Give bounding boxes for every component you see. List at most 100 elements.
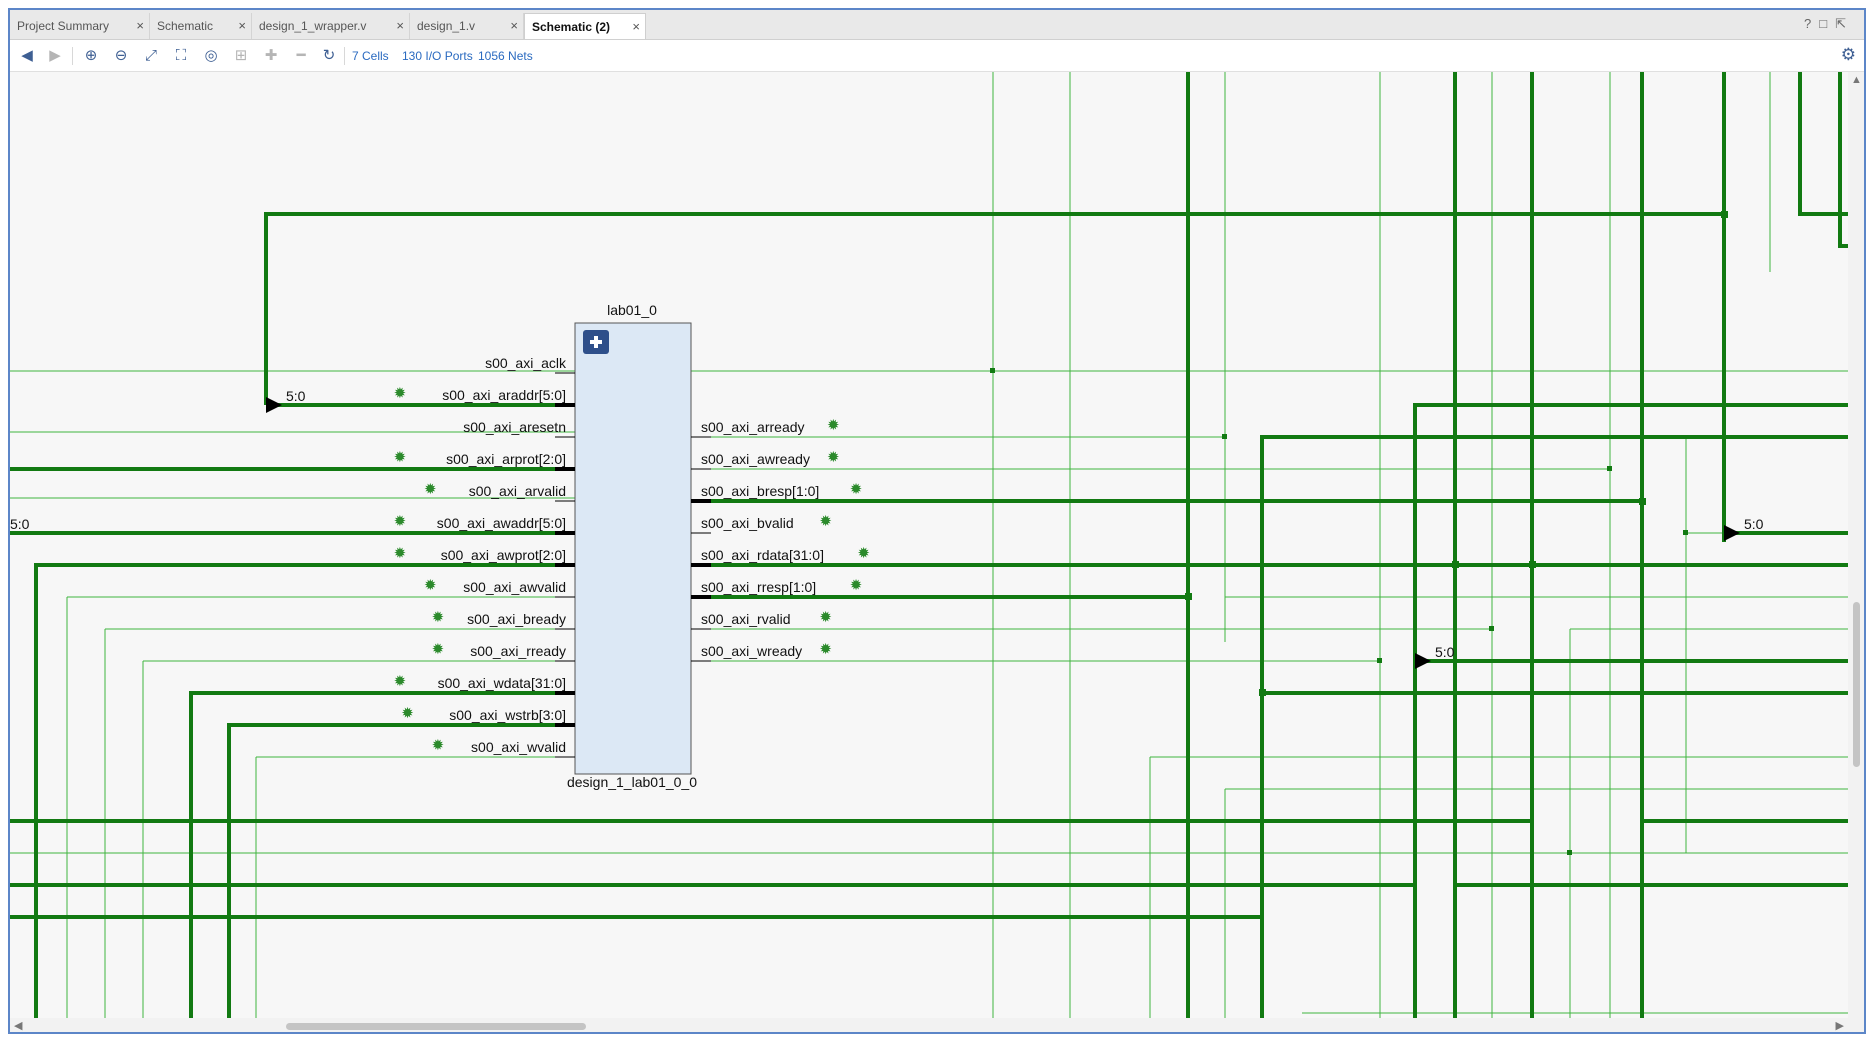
debug-bug-icon[interactable]: ✹ bbox=[394, 449, 407, 466]
nets-link[interactable]: 1056 Nets bbox=[478, 49, 533, 63]
debug-bug-icon[interactable]: ✹ bbox=[432, 641, 445, 658]
output-pin-label: s00_axi_bvalid bbox=[701, 515, 794, 531]
input-pin-label: s00_axi_aresetn bbox=[463, 419, 566, 435]
input-pin-label: s00_axi_arprot[2:0] bbox=[446, 451, 566, 467]
expand-cell-button[interactable] bbox=[583, 330, 609, 354]
cell-instance-name: lab01_0 bbox=[607, 302, 657, 318]
bus-label-araddr: 5:0 bbox=[286, 388, 306, 404]
input-pin[interactable]: s00_axi_aresetn bbox=[463, 419, 575, 438]
horizontal-scroll-thumb[interactable] bbox=[286, 1023, 586, 1030]
scroll-right-icon[interactable]: ▶ bbox=[1836, 1019, 1844, 1032]
output-pins: s00_axi_arready ✹s00_axi_awready ✹s00_axi_… bbox=[691, 417, 870, 662]
close-icon[interactable]: × bbox=[632, 14, 640, 40]
output-pin[interactable]: s00_axi_rvalid ✹ bbox=[691, 609, 832, 630]
tab-project-summary[interactable]: Project Summary × bbox=[10, 13, 150, 39]
debug-bug-icon[interactable]: ✹ bbox=[819, 513, 832, 530]
input-pin[interactable]: s00_axi_aclk bbox=[485, 355, 575, 374]
regenerate-icon[interactable]: ⊞ bbox=[230, 46, 252, 66]
input-pin-label: s00_axi_awaddr[5:0] bbox=[437, 515, 566, 531]
cell-lab01-0[interactable]: lab01_0 design_1_lab01_0_0 s00_axi_aclks… bbox=[394, 302, 870, 790]
close-icon[interactable]: × bbox=[510, 13, 518, 39]
input-pin[interactable]: s00_axi_rready ✹ bbox=[432, 641, 575, 662]
output-pin[interactable]: s00_axi_wready ✹ bbox=[691, 641, 832, 662]
maximize-icon[interactable]: □ bbox=[1819, 16, 1835, 31]
debug-bug-icon[interactable]: ✹ bbox=[857, 545, 870, 562]
gear-icon[interactable]: ⚙ bbox=[1841, 45, 1856, 65]
debug-bug-icon[interactable]: ✹ bbox=[394, 545, 407, 562]
close-icon[interactable]: × bbox=[238, 13, 246, 39]
horizontal-scrollbar[interactable]: ◀ ▶ bbox=[10, 1018, 1864, 1032]
debug-bug-icon[interactable]: ✹ bbox=[432, 737, 445, 754]
io-ports-link[interactable]: 130 I/O Ports bbox=[402, 49, 473, 63]
debug-bug-icon[interactable]: ✹ bbox=[394, 385, 407, 402]
close-icon[interactable]: × bbox=[136, 13, 144, 39]
help-icon[interactable]: ? bbox=[1804, 16, 1819, 31]
input-pin-label: s00_axi_wvalid bbox=[471, 739, 566, 755]
close-icon[interactable]: × bbox=[396, 13, 404, 39]
cells-link[interactable]: 7 Cells bbox=[352, 49, 389, 63]
bus-label-right-top: 5:0 bbox=[1744, 516, 1764, 532]
input-pin[interactable]: s00_axi_awvalid ✹ bbox=[424, 577, 575, 598]
input-pin-label: s00_axi_wstrb[3:0] bbox=[449, 707, 566, 723]
output-pin-label: s00_axi_rdata[31:0] bbox=[701, 547, 824, 563]
zoom-area-icon[interactable]: ⛶ bbox=[170, 46, 192, 66]
tab-label: Schematic (2) bbox=[532, 20, 611, 34]
bus-label-right-mid: 5:0 bbox=[1435, 644, 1455, 660]
input-pin-label: s00_axi_aclk bbox=[485, 355, 567, 371]
input-pin[interactable]: s00_axi_wstrb[3:0] ✹ bbox=[401, 705, 575, 727]
refresh-icon[interactable]: ↻ bbox=[318, 46, 340, 66]
output-pin[interactable]: s00_axi_rdata[31:0] ✹ bbox=[691, 545, 870, 567]
scroll-left-icon[interactable]: ◀ bbox=[14, 1019, 22, 1032]
debug-bug-icon[interactable]: ✹ bbox=[401, 705, 414, 722]
debug-bug-icon[interactable]: ✹ bbox=[432, 609, 445, 626]
output-pin[interactable]: s00_axi_bresp[1:0] ✹ bbox=[691, 481, 863, 503]
input-pin-label: s00_axi_rready bbox=[470, 643, 566, 659]
zoom-out-icon[interactable]: ⊖ bbox=[110, 46, 132, 66]
output-pin[interactable]: s00_axi_arready ✹ bbox=[691, 417, 840, 438]
collapse-icon[interactable]: ━ bbox=[290, 46, 312, 66]
debug-bug-icon[interactable]: ✹ bbox=[827, 449, 840, 466]
forward-icon[interactable]: ▶ bbox=[44, 46, 66, 66]
input-pin[interactable]: s00_axi_wvalid ✹ bbox=[432, 737, 575, 758]
output-pin[interactable]: s00_axi_awready ✹ bbox=[691, 449, 840, 470]
vertical-scroll-thumb[interactable] bbox=[1853, 602, 1860, 767]
expand-icon[interactable]: ✚ bbox=[260, 46, 282, 66]
tab-schematic[interactable]: Schematic × bbox=[150, 13, 252, 39]
debug-bug-icon[interactable]: ✹ bbox=[827, 417, 840, 434]
input-pin[interactable]: s00_axi_awprot[2:0] ✹ bbox=[394, 545, 575, 567]
output-pin[interactable]: s00_axi_bvalid ✹ bbox=[691, 513, 832, 534]
debug-bug-icon[interactable]: ✹ bbox=[850, 577, 863, 594]
zoom-fit-icon[interactable]: ⤢ bbox=[140, 46, 162, 66]
tab-label: Schematic bbox=[157, 19, 214, 33]
input-pins: s00_axi_aclk s00_axi_araddr[5:0]✹ s00_axi_… bbox=[394, 355, 575, 758]
toolbar: ◀ ▶ ⊕ ⊖ ⤢ ⛶ ◎ ⊞ ✚ ━ ↻ 7 Cells 130 I/O Po… bbox=[10, 40, 1864, 72]
debug-bug-icon[interactable]: ✹ bbox=[819, 609, 832, 626]
debug-bug-icon[interactable]: ✹ bbox=[850, 481, 863, 498]
tab-design-1-wrapper[interactable]: design_1_wrapper.v × bbox=[252, 13, 410, 39]
output-pin-label: s00_axi_arready bbox=[701, 419, 805, 435]
float-icon[interactable]: ⇱ bbox=[1835, 16, 1854, 31]
tab-design-1[interactable]: design_1.v × bbox=[410, 13, 524, 39]
debug-bug-icon[interactable]: ✹ bbox=[424, 577, 437, 594]
zoom-in-icon[interactable]: ⊕ bbox=[80, 46, 102, 66]
debug-bug-icon[interactable]: ✹ bbox=[394, 673, 407, 690]
output-pin[interactable]: s00_axi_rresp[1:0] ✹ bbox=[691, 577, 863, 599]
back-icon[interactable]: ◀ bbox=[16, 46, 38, 66]
schematic-canvas[interactable]: 5:0 5:0 5:0 5:0 lab01_0 design_1_lab01_0… bbox=[10, 72, 1852, 1018]
window-controls: ?□⇱ bbox=[1804, 16, 1854, 32]
cell-body[interactable] bbox=[574, 322, 692, 775]
input-pin-label: s00_axi_bready bbox=[467, 611, 566, 627]
debug-bug-icon[interactable]: ✹ bbox=[394, 513, 407, 530]
input-pin[interactable]: s00_axi_wdata[31:0] ✹ bbox=[394, 673, 575, 695]
debug-bug-icon[interactable]: ✹ bbox=[424, 481, 437, 498]
vertical-scrollbar[interactable]: ▲ bbox=[1848, 72, 1864, 1020]
scroll-up-icon[interactable]: ▲ bbox=[1851, 74, 1862, 86]
debug-bug-icon[interactable]: ✹ bbox=[819, 641, 832, 658]
input-pin[interactable]: s00_axi_bready ✹ bbox=[432, 609, 575, 630]
input-pin[interactable]: s00_axi_araddr[5:0] ✹ bbox=[394, 385, 575, 407]
tab-schematic-2[interactable]: Schematic (2) × bbox=[524, 13, 646, 39]
autofit-selection-icon[interactable]: ◎ bbox=[200, 46, 222, 66]
input-pin[interactable]: s00_axi_awaddr[5:0] ✹ bbox=[394, 513, 575, 535]
input-pin[interactable]: s00_axi_arprot[2:0] ✹ bbox=[394, 449, 575, 471]
tab-bar: Project Summary × Schematic × design_1_w… bbox=[10, 10, 1864, 40]
